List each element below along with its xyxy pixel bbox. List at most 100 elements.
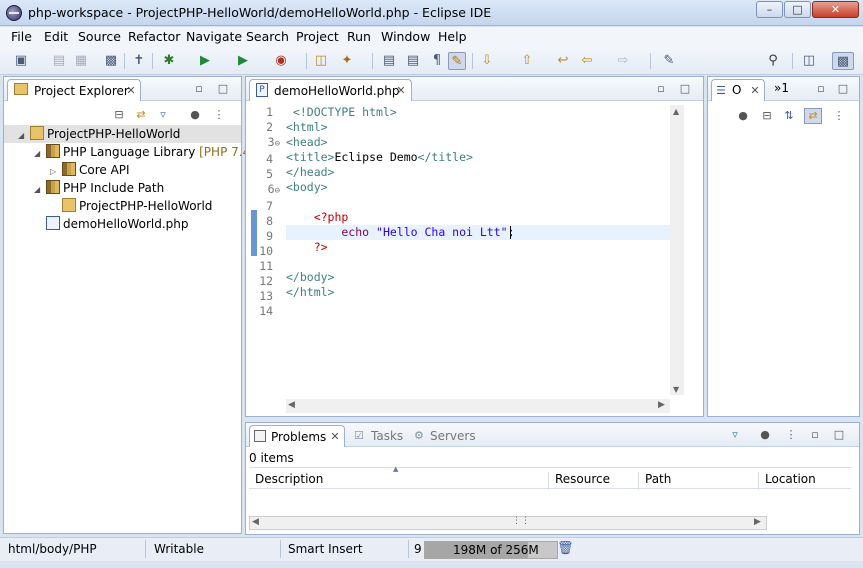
pin-icon[interactable]: ✦ (338, 52, 356, 70)
column-resource[interactable]: Resource (555, 472, 639, 490)
column-path[interactable]: Path (645, 472, 759, 490)
maximize-view-icon[interactable]: □ (832, 428, 846, 442)
run-configurations-icon[interactable]: ▶ (234, 52, 252, 70)
debug-icon[interactable]: ✱ (160, 52, 178, 70)
mark-occurrences-icon[interactable]: ✎ (448, 52, 466, 70)
collapse-all-icon[interactable]: ⊟ (112, 108, 126, 122)
terminal-icon[interactable]: ▩ (102, 52, 120, 70)
minimize-view-icon[interactable]: ▫ (654, 82, 668, 96)
new-icon[interactable]: ▣ (12, 52, 30, 70)
minimize-view-icon[interactable]: ▫ (808, 428, 822, 442)
fold-icon[interactable]: ⊖ (275, 186, 280, 196)
collapse-arrow-icon[interactable]: ◢ (34, 145, 46, 163)
menu-run[interactable]: Run (347, 29, 371, 44)
tree-item[interactable]: ◢ PHP Include Path (4, 179, 241, 197)
toolbar-separator (152, 53, 153, 69)
menu-edit[interactable]: Edit (44, 29, 68, 44)
show-whitespace-icon[interactable]: ¶ (428, 52, 446, 70)
tab-outline[interactable]: ☰ O ✕ (711, 79, 765, 101)
open-folder-icon[interactable]: ◫ (312, 52, 330, 70)
menu-file[interactable]: File (11, 29, 32, 44)
tree-item[interactable]: ◢ PHP Language Library [PHP 7.4] (4, 143, 255, 163)
tab-servers[interactable]: Servers (430, 429, 476, 443)
menu-window[interactable]: Window (381, 29, 430, 44)
save-all-icon[interactable]: ▦ (72, 52, 90, 70)
next-annotation-icon[interactable]: ▤ (380, 52, 398, 70)
focus-icon[interactable]: ● (736, 109, 750, 123)
maximize-view-icon[interactable]: □ (678, 82, 692, 96)
menu-navigate[interactable]: Navigate (186, 29, 242, 44)
collapse-arrow-icon[interactable]: ◢ (34, 181, 46, 199)
forward-icon[interactable]: ⇨ (614, 52, 632, 70)
tab-tasks[interactable]: Tasks (371, 429, 403, 443)
skip-breakpoints-icon[interactable]: ✝ (130, 52, 148, 70)
menu-search[interactable]: Search (246, 29, 289, 44)
focus-icon[interactable]: ● (188, 108, 202, 122)
line-number: 1 (266, 105, 280, 119)
php-perspective-icon[interactable]: ▩ (832, 52, 854, 70)
tree-item[interactable]: demoHelloWorld.php (4, 215, 241, 233)
garbage-collect-icon[interactable]: 🗑 (557, 541, 574, 557)
close-icon[interactable]: ✕ (394, 84, 408, 98)
external-tools-icon[interactable]: ◉ (272, 52, 290, 70)
tab-demohelloworld[interactable]: P demoHelloWorld.php ✕ (249, 79, 412, 101)
tree-item[interactable]: ▷ Core API (4, 161, 241, 179)
menu-project[interactable]: Project (296, 29, 339, 44)
maximize-view-icon[interactable]: □ (216, 82, 230, 96)
filter-icon[interactable]: ▿ (728, 428, 742, 442)
back-icon[interactable]: ⇦ (578, 52, 596, 70)
collapse-all-icon[interactable]: ⊟ (760, 109, 774, 123)
line-number: 3⊖ (267, 135, 280, 149)
maximize-view-icon[interactable]: □ (836, 82, 850, 96)
tab-project-explorer[interactable]: Project Explorer ✕ (7, 79, 141, 101)
menu-source[interactable]: Source (78, 29, 121, 44)
menu-help[interactable]: Help (438, 29, 467, 44)
save-icon[interactable]: ▤ (50, 52, 68, 70)
focus-icon[interactable]: ● (758, 428, 772, 442)
minimize-view-icon[interactable]: ▫ (814, 82, 828, 96)
close-icon[interactable]: ✕ (328, 430, 342, 444)
last-edit-location-icon[interactable]: ↩ (554, 52, 572, 70)
close-icon[interactable]: ✕ (124, 84, 138, 98)
more-views-button[interactable]: »1 (774, 81, 789, 95)
pin-editor-icon[interactable]: ✎ (660, 52, 678, 70)
vertical-scrollbar[interactable]: ▲ ▼ (670, 105, 684, 395)
view-menu-icon[interactable]: ⋮ (212, 108, 226, 122)
next-edit-icon[interactable]: ⇩ (478, 52, 496, 70)
status-bar: html/body/PHP Writable Smart Insert 9 19… (0, 537, 863, 561)
status-divider (145, 540, 146, 558)
tab-problems[interactable]: Problems ✕ (249, 425, 345, 447)
maximize-button[interactable]: □ (784, 1, 811, 18)
code-area[interactable]: <!DOCTYPE html> <html> <head> <title>Eclips… (286, 105, 670, 387)
link-with-editor-icon[interactable]: ⇄ (134, 108, 148, 122)
link-with-editor-icon[interactable]: ⇄ (804, 108, 822, 124)
view-menu-icon[interactable]: ⋮ (784, 428, 798, 442)
minimize-view-icon[interactable]: ▫ (192, 82, 206, 96)
fold-icon[interactable]: ⊖ (275, 139, 280, 149)
tree-item-label: ProjectPHP-HelloWorld (47, 127, 181, 141)
collapse-arrow-icon[interactable]: ◢ (18, 127, 30, 145)
search-icon[interactable]: ⚲ (764, 52, 782, 70)
close-window-button[interactable]: ✕ (812, 1, 859, 18)
horizontal-scrollbar[interactable]: ◀ ⋮⋮ ▶ (249, 516, 767, 530)
menu-refactor[interactable]: Refactor (128, 29, 180, 44)
tree-item[interactable]: ProjectPHP-HelloWorld (4, 197, 241, 215)
minimize-button[interactable]: – (756, 1, 783, 18)
problems-icon (254, 430, 266, 442)
sort-icon[interactable]: ⇅ (782, 109, 796, 123)
prev-edit-icon[interactable]: ⇧ (518, 52, 536, 70)
open-perspective-icon[interactable]: ◫ (800, 52, 818, 70)
filter-icon[interactable]: ▿ (156, 108, 170, 122)
toolbar-separator (306, 53, 307, 69)
column-location[interactable]: Location (765, 472, 845, 490)
view-menu-icon[interactable]: ⋮ (832, 109, 846, 123)
tree-item[interactable]: ◢ ProjectPHP-HelloWorld (4, 125, 241, 143)
project-explorer-header: Project Explorer ✕ ▫ □ (4, 77, 241, 101)
heap-status-bar[interactable]: 198M of 256M (424, 541, 558, 559)
horizontal-scrollbar[interactable]: ◀ ▶ (286, 399, 670, 413)
run-icon[interactable]: ▶ (196, 52, 214, 70)
prev-annotation-icon[interactable]: ▤ (404, 52, 422, 70)
column-description[interactable]: Description (255, 472, 549, 490)
close-icon[interactable]: ✕ (748, 84, 762, 98)
